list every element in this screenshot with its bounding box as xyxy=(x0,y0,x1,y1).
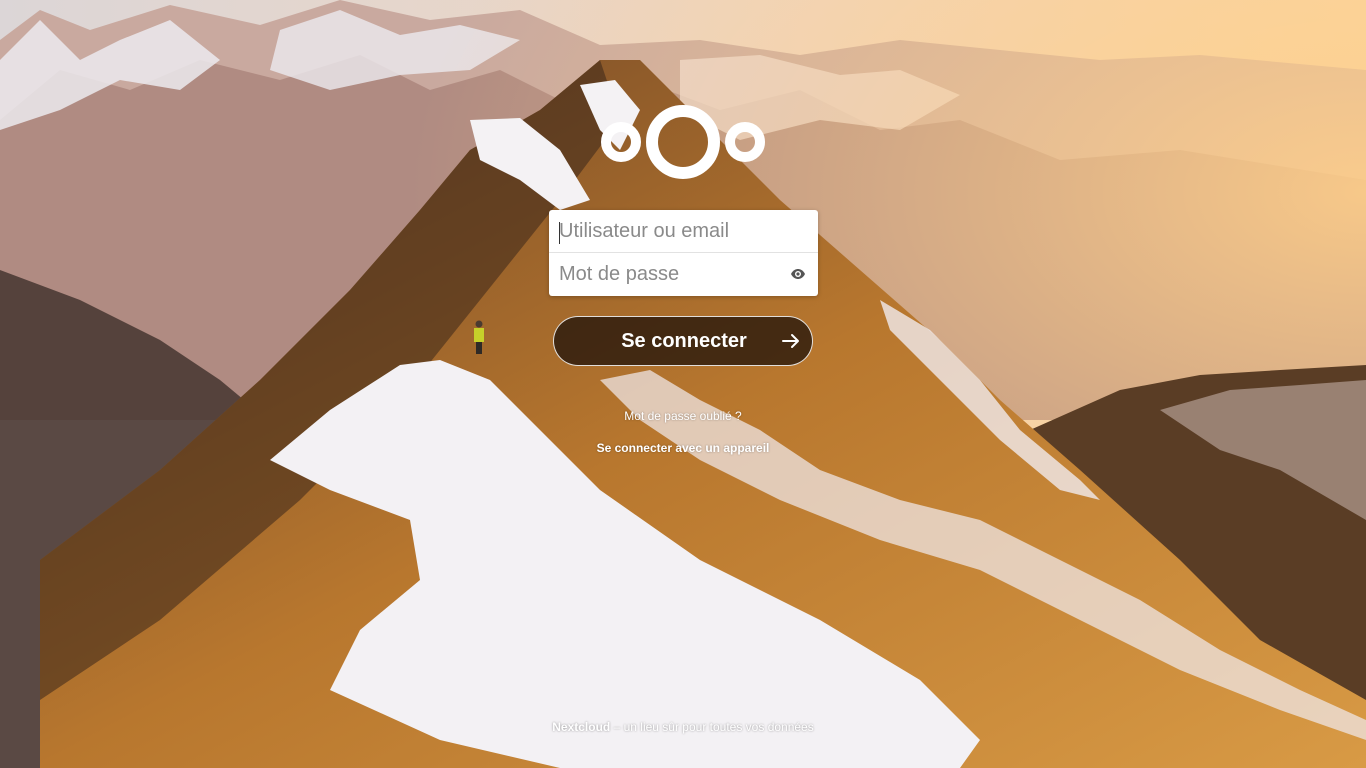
password-field-wrapper xyxy=(549,253,818,296)
login-form xyxy=(549,210,818,296)
nextcloud-logo xyxy=(601,105,765,179)
device-login-link[interactable]: Se connecter avec un appareil xyxy=(483,441,883,455)
password-input[interactable] xyxy=(549,253,818,296)
username-field-wrapper xyxy=(549,210,818,253)
footer: Nextcloud – un lieu sûr pour toutes vos … xyxy=(383,720,983,734)
footer-tagline: – un lieu sûr pour toutes vos données xyxy=(610,720,814,734)
login-button-label: Se connecter xyxy=(621,330,747,352)
arrow-right-icon xyxy=(782,334,799,348)
login-button[interactable]: Se connecter xyxy=(553,316,813,366)
username-input[interactable] xyxy=(549,210,818,253)
eye-icon[interactable] xyxy=(790,267,806,281)
forgot-password-link[interactable]: Mot de passe oublié ? xyxy=(483,409,883,423)
text-cursor xyxy=(559,222,560,244)
footer-brand: Nextcloud xyxy=(552,720,611,734)
